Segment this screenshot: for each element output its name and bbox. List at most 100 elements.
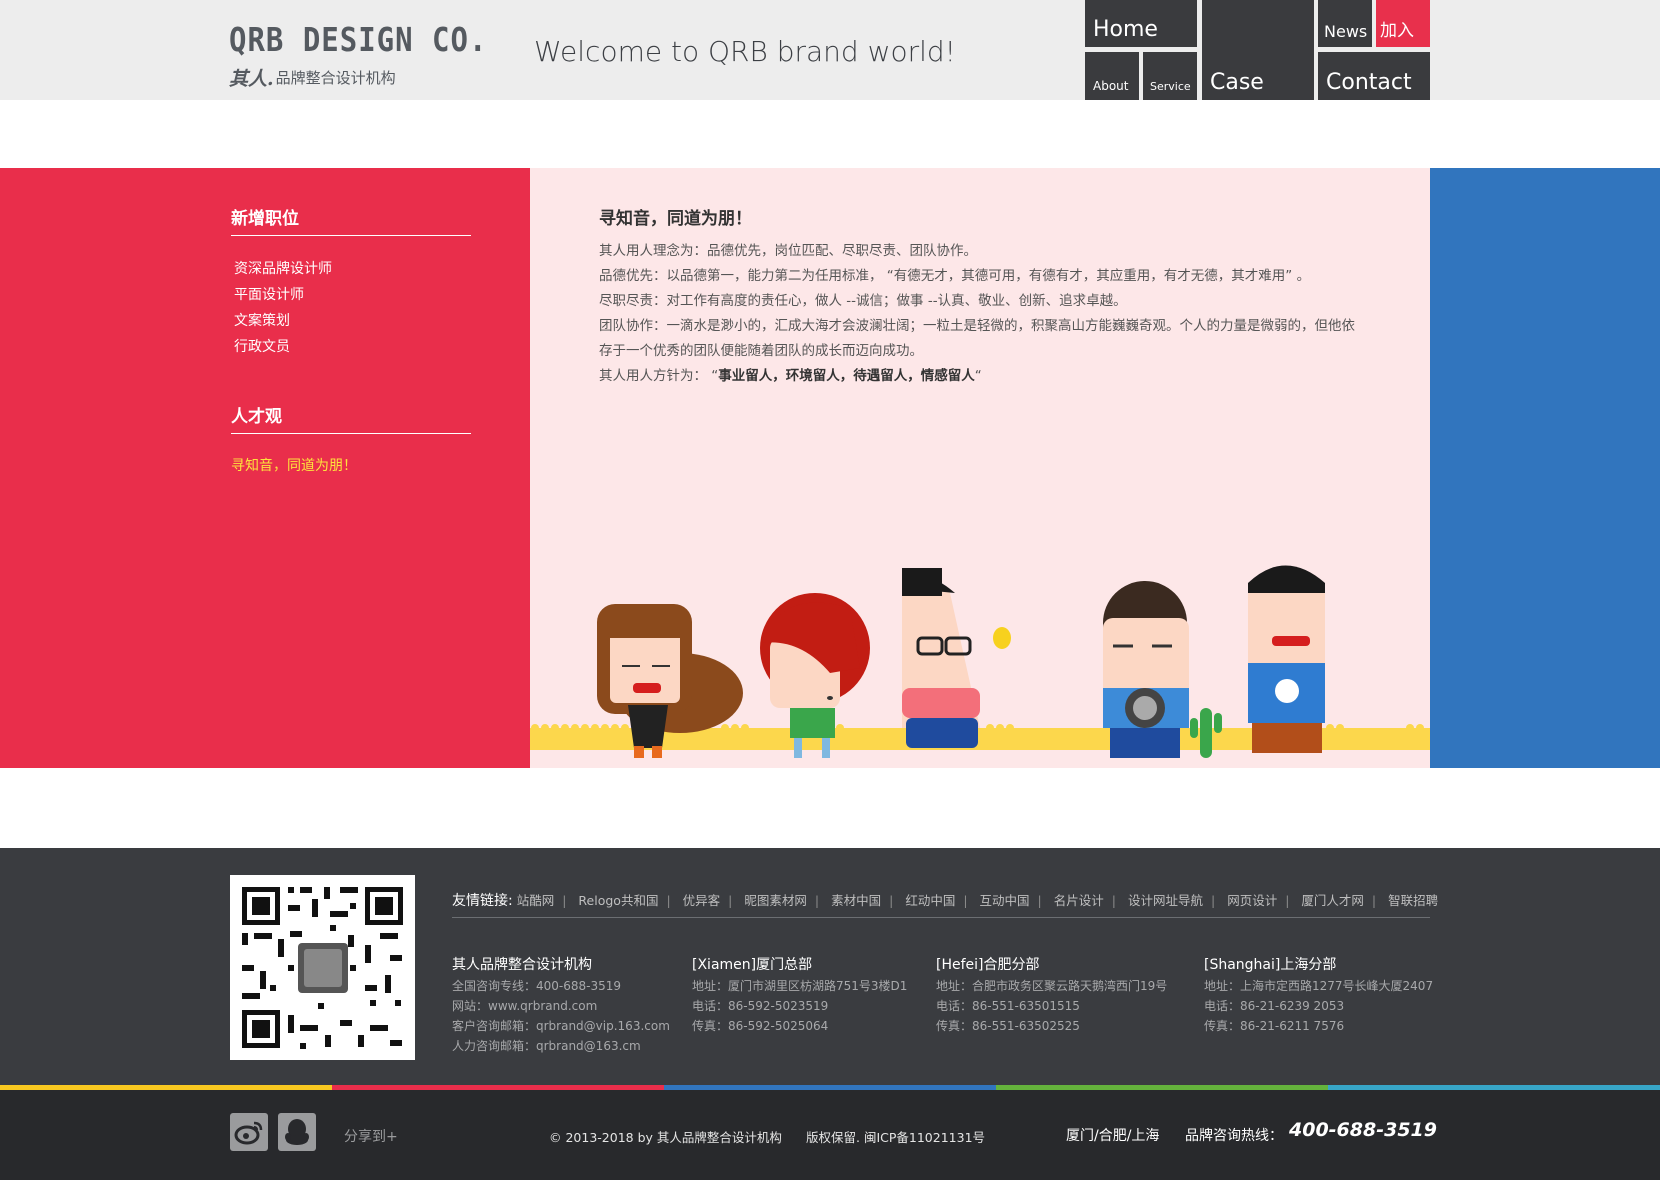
job-item[interactable]: 文案策划 — [234, 310, 332, 336]
policy-bold: 事业留人，环境留人，待遇留人，情感留人 — [718, 368, 975, 384]
friend-link[interactable]: 厦门人才网 — [1301, 893, 1364, 908]
friend-link[interactable]: 素材中国 — [831, 893, 881, 908]
company-hr-mail[interactable]: 人力咨询邮箱：qrbrand@163.cm — [452, 1036, 670, 1056]
logo-cn: 品牌整合设计机构 — [275, 69, 396, 87]
company-name: 其人品牌整合设计机构 — [452, 957, 592, 973]
office-tel: 电话：86-551-63501515 — [936, 999, 1080, 1013]
office-address: 地址：厦门市湖里区枋湖路751号3楼D1 — [692, 979, 908, 993]
nav-news[interactable]: News — [1318, 0, 1372, 47]
company-site[interactable]: 网站：www.qrbrand.com — [452, 996, 670, 1016]
nav-join-label: 加入 — [1380, 21, 1414, 41]
link-separator: | — [728, 893, 733, 908]
company-info: 其人品牌整合设计机构 全国咨询专线：400-688-3519 网站：www.qr… — [452, 955, 670, 1056]
divider — [452, 917, 1430, 918]
office-address: 地址：合肥市政务区聚云路天鹅湾西门19号 — [936, 979, 1168, 993]
company-cs-mail[interactable]: 客户咨询邮箱：qrbrand@vip.163.com — [452, 1016, 670, 1036]
link-separator: | — [1285, 893, 1290, 908]
office-shanghai: [Shanghai]上海分部 地址：上海市定西路1277号长峰大厦2407 电话… — [1204, 955, 1433, 1036]
logo[interactable]: QRB DESIGN CO. 其人. 品牌整合设计机构 — [229, 20, 487, 91]
logo-text: QRB DESIGN CO. — [229, 20, 488, 60]
job-list: 资深品牌设计师 平面设计师 文案策划 行政文员 — [234, 258, 332, 362]
qq-glyph — [285, 1119, 309, 1145]
qr-code-image — [230, 875, 415, 1060]
character-5 — [1248, 565, 1325, 753]
office-name: [Shanghai]上海分部 — [1204, 957, 1337, 973]
office-tel: 电话：86-592-5023519 — [692, 999, 829, 1013]
divider — [231, 235, 471, 236]
logo-subtitle: 其人. 品牌整合设计机构 — [229, 64, 487, 91]
talent-slogan: 寻知音，同道为朋！ — [231, 458, 357, 474]
nav-service-label: Service — [1150, 80, 1191, 93]
office-fax: 传真：86-592-5025064 — [692, 1019, 829, 1033]
nav-news-label: News — [1324, 22, 1368, 41]
links-label: 友情链接: — [452, 893, 513, 909]
friend-link[interactable]: 网页设计 — [1227, 893, 1277, 908]
copyright: © 2013-2018 by 其人品牌整合设计机构 — [549, 1130, 782, 1145]
friend-link[interactable]: 昵图素材网 — [744, 893, 807, 908]
nav-service[interactable]: Service — [1143, 52, 1197, 100]
company-hotline: 全国咨询专线：400-688-3519 — [452, 979, 622, 993]
link-separator: | — [1210, 893, 1216, 908]
friend-link[interactable]: 互动中国 — [980, 893, 1030, 908]
icp-license: 版权保留. 闽ICP备11021131号 — [806, 1130, 986, 1145]
link-separator: | — [1111, 893, 1116, 908]
nav-case[interactable]: Case — [1202, 0, 1314, 100]
welcome-text: Welcome to QRB brand world! — [534, 35, 956, 68]
job-item[interactable]: 平面设计师 — [234, 284, 332, 310]
nav-home[interactable]: Home — [1085, 0, 1197, 47]
friend-link[interactable]: Relogo共和国 — [578, 893, 658, 908]
link-separator: | — [666, 893, 671, 908]
weibo-glyph — [234, 1121, 263, 1145]
hotline-label: 品牌咨询热线： — [1185, 1128, 1283, 1144]
link-separator: | — [814, 893, 820, 908]
nav-about-label: About — [1093, 79, 1129, 93]
policy-suffix: “ — [974, 368, 982, 384]
friend-link[interactable]: 站酷网 — [517, 893, 555, 908]
job-item[interactable]: 资深品牌设计师 — [234, 258, 332, 284]
hotline-number: 400-688-3519 — [1289, 1119, 1437, 1141]
office-name: [Hefei]合肥分部 — [936, 957, 1040, 973]
link-separator: | — [562, 893, 567, 908]
policy-prefix: 其人用人方针为： “ — [599, 368, 719, 384]
link-separator: | — [963, 893, 968, 908]
nav-case-label: Case — [1210, 70, 1264, 95]
article-paragraph: 品德优先：以品德第一，能力第二为任用标准， “有德无才，其德可用，有德有才，其应… — [599, 268, 1311, 284]
divider — [231, 433, 471, 434]
nav-join[interactable]: 加入 — [1376, 0, 1430, 47]
link-separator: | — [1037, 893, 1042, 908]
friend-link[interactable]: 优异客 — [683, 893, 721, 908]
friend-link[interactable]: 名片设计 — [1054, 893, 1104, 908]
qr-code — [230, 875, 415, 1060]
jobs-title: 新增职位 — [231, 209, 299, 229]
friend-link[interactable]: 红动中国 — [905, 893, 955, 908]
office-hefei: [Hefei]合肥分部 地址：合肥市政务区聚云路天鹅湾西门19号 电话：86-5… — [936, 955, 1167, 1036]
office-fax: 传真：86-551-63502525 — [936, 1019, 1080, 1033]
nav-contact[interactable]: Contact — [1318, 52, 1430, 100]
article-paragraph: 其人用人理念为：品德优先，岗位匹配、尽职尽责、团队协作。 — [599, 243, 977, 259]
blue-panel — [1430, 168, 1660, 768]
office-tel: 电话：86-21-6239 2053 — [1204, 999, 1345, 1013]
friend-link[interactable]: 智联招聘 — [1388, 893, 1438, 908]
article-title: 寻知音，同道为朋！ — [599, 209, 752, 229]
article-paragraph: 团队协作：一滴水是渺小的，汇成大海才会波澜壮阔；一粒土是轻微的，积聚高山方能巍巍… — [599, 318, 1355, 359]
office-cities: 厦门/合肥/上海 — [1066, 1128, 1160, 1144]
character-3 — [902, 568, 1011, 748]
office-fax: 传真：86-21-6211 7576 — [1204, 1019, 1345, 1033]
link-separator: | — [889, 893, 894, 908]
office-xiamen: [Xiamen]厦门总部 地址：厦门市湖里区枋湖路751号3楼D1 电话：86-… — [692, 955, 907, 1036]
logo-mark: 其人. — [229, 68, 274, 90]
friend-link[interactable]: 设计网址导航 — [1128, 893, 1203, 908]
nav-home-label: Home — [1093, 17, 1158, 42]
article: 寻知音，同道为朋！ 其人用人理念为：品德优先，岗位匹配、尽职尽责、团队协作。 品… — [599, 204, 1359, 389]
friend-links: 友情链接: 站酷网 | Relogo共和国 | 优异客 | 昵图素材网 | 素材中国 | … — [452, 890, 1438, 910]
link-separator: | — [1371, 893, 1377, 908]
qq-icon[interactable] — [278, 1113, 316, 1151]
article-paragraph: 其人用人方针为： “事业留人，环境留人，待遇留人，情感留人“ — [599, 364, 1359, 389]
share-link[interactable]: 分享到+ — [344, 1126, 398, 1146]
talent-title: 人才观 — [231, 407, 282, 427]
nav-contact-label: Contact — [1326, 70, 1412, 95]
article-paragraph: 尽职尽责：对工作有高度的责任心，做人 --诚信；做事 --认真、敬业、创新、追求… — [599, 293, 1127, 309]
nav-about[interactable]: About — [1085, 52, 1139, 100]
job-item[interactable]: 行政文员 — [234, 336, 332, 362]
weibo-icon[interactable] — [230, 1113, 268, 1151]
